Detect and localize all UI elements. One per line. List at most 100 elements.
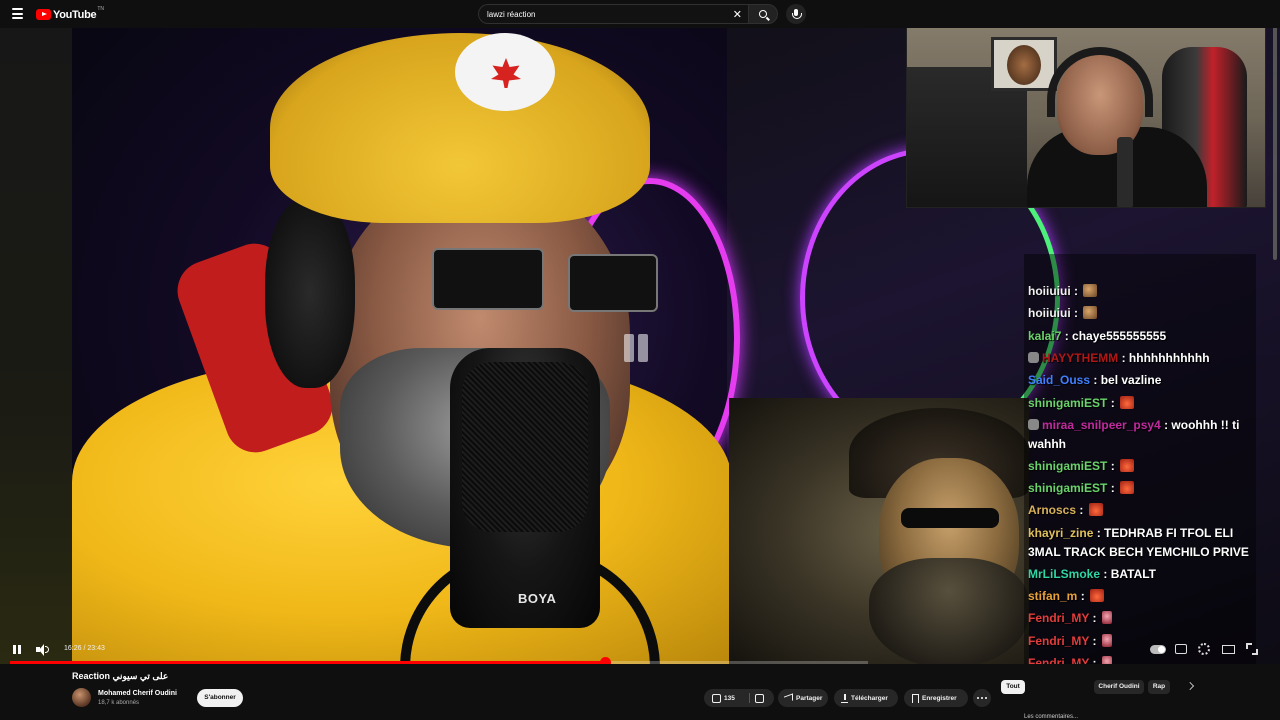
- theater-mode-icon[interactable]: [1222, 645, 1235, 654]
- chat-message: hoiiuiui :: [1028, 282, 1256, 301]
- hamburger-menu-icon[interactable]: [12, 8, 23, 19]
- fullscreen-icon[interactable]: [1246, 643, 1258, 655]
- live-chat-overlay: hoiiuiui : hoiiuiui : kalai7 : chaye5555…: [1024, 254, 1256, 664]
- share-label: Partager: [796, 694, 823, 702]
- chat-message: HAYYTHEMM : hhhhhhhhhhh: [1028, 349, 1256, 368]
- search-input[interactable]: [487, 9, 707, 19]
- chat-message: MrLiLSmoke : BATALT: [1028, 565, 1256, 584]
- save-button[interactable]: Enregistrer: [904, 689, 968, 707]
- chat-username[interactable]: hoiiuiui: [1028, 306, 1071, 320]
- chat-message: kalai7 : chaye555555555: [1028, 327, 1256, 346]
- rose-emote-icon: [1101, 655, 1112, 664]
- chat-separator: :: [1089, 611, 1100, 626]
- video-title: Reaction على تي سيوني: [72, 671, 169, 681]
- youtube-watch-page: YouTube TN ✕ BOYA: [0, 0, 1280, 720]
- page-scrollbar[interactable]: [1273, 10, 1277, 260]
- sunglasses-left-lens: [432, 248, 544, 310]
- logo-country-code: TN: [97, 6, 104, 12]
- chat-message: Fendri_MY :: [1028, 609, 1256, 628]
- chat-message: stifan_m :: [1028, 587, 1256, 606]
- chat-username[interactable]: shinigamiEST: [1028, 481, 1107, 495]
- chat-separator: :: [1070, 284, 1082, 298]
- fire-emote-icon: [1120, 395, 1135, 409]
- subscribe-button[interactable]: S'abonner: [197, 689, 243, 707]
- chat-badge-icon: [1028, 351, 1039, 363]
- save-playlist-icon: [912, 693, 919, 703]
- chat-username[interactable]: khayri_zine: [1028, 526, 1093, 540]
- chat-message: miraa_snilpeer_psy4 : woohhh !! ti wahhh: [1028, 416, 1256, 454]
- chat-username[interactable]: hoiiuiui: [1028, 284, 1071, 298]
- chat-username[interactable]: shinigamiEST: [1028, 459, 1107, 473]
- chat-username[interactable]: kalai7: [1028, 329, 1061, 343]
- progress-played: [10, 661, 605, 664]
- autoplay-toggle[interactable]: [1150, 645, 1166, 654]
- chat-message: hoiiuiui :: [1028, 304, 1256, 323]
- rose-emote-icon: [1101, 633, 1112, 647]
- chat-message: Arnoscs :: [1028, 501, 1256, 520]
- like-dislike-group: 135: [704, 689, 774, 707]
- fire-emote-icon: [1120, 458, 1135, 472]
- chat-username[interactable]: HAYYTHEMM: [1042, 351, 1118, 365]
- chat-username[interactable]: Arnoscs: [1028, 503, 1076, 517]
- download-label: Télécharger: [851, 694, 888, 702]
- chips-next-chevron-icon[interactable]: [1186, 682, 1194, 690]
- subtitles-icon[interactable]: [1175, 644, 1187, 654]
- chat-username[interactable]: stifan_m: [1028, 589, 1077, 603]
- settings-gear-icon[interactable]: [1198, 643, 1210, 655]
- chat-separator: :: [1090, 373, 1101, 388]
- chat-username[interactable]: MrLiLSmoke: [1028, 567, 1100, 581]
- volume-icon[interactable]: [36, 643, 50, 657]
- like-divider: [749, 693, 750, 703]
- share-icon: [784, 692, 793, 704]
- progress-bar[interactable]: [10, 657, 868, 664]
- chip-rap[interactable]: Rap: [1148, 680, 1170, 694]
- chat-separator: :: [1076, 503, 1087, 518]
- search-button[interactable]: [748, 4, 778, 24]
- subscriber-count: 18,7 k abonnés: [98, 700, 140, 706]
- scrubber-handle[interactable]: [599, 657, 611, 664]
- chat-separator: :: [1061, 328, 1073, 343]
- clear-search-icon[interactable]: ✕: [733, 8, 742, 21]
- chat-username[interactable]: shinigamiEST: [1028, 396, 1107, 410]
- voice-search-mic-icon[interactable]: [786, 4, 806, 24]
- download-button[interactable]: Télécharger: [834, 689, 898, 707]
- pause-button[interactable]: [12, 643, 22, 657]
- logo-text: YouTube: [53, 8, 97, 21]
- chat-text: chaye555555555: [1072, 328, 1167, 343]
- fire-emote-icon: [1088, 503, 1103, 517]
- video-player[interactable]: BOYA hoiiuiui : hoiiuiui : kalai7 : chay…: [0, 28, 1280, 664]
- mic-brand-label: BOYA: [518, 591, 557, 606]
- cover-beard: [869, 558, 1029, 664]
- chat-username[interactable]: Fendri_MY: [1028, 634, 1089, 648]
- youtube-logo[interactable]: YouTube TN: [36, 6, 104, 21]
- thumbs-down-icon[interactable]: [755, 694, 764, 703]
- channel-name[interactable]: Mohamed Cherif Oudini: [98, 690, 177, 697]
- chat-separator: :: [1070, 306, 1082, 321]
- masthead: YouTube TN ✕: [0, 0, 1280, 28]
- chat-username[interactable]: Said_Ouss: [1028, 373, 1090, 387]
- chat-username[interactable]: miraa_snilpeer_psy4: [1042, 418, 1161, 432]
- chip-all[interactable]: Tout: [1001, 680, 1025, 694]
- chat-text: bel vazline: [1100, 373, 1162, 388]
- like-count[interactable]: 135: [724, 695, 735, 702]
- share-button[interactable]: Partager: [778, 689, 828, 707]
- pepe-emote-icon: [1083, 306, 1098, 320]
- recommendation-hint: Les commentaires...: [1024, 714, 1079, 720]
- pause-overlay-icon[interactable]: [616, 328, 656, 368]
- chat-username[interactable]: Fendri_MY: [1028, 656, 1089, 664]
- facecam-overlay: [906, 28, 1266, 208]
- youtube-play-icon: [36, 9, 51, 20]
- more-actions-button[interactable]: [973, 689, 991, 707]
- thumbs-up-icon[interactable]: [712, 693, 721, 703]
- chip-channel[interactable]: Cherif Oudini: [1094, 680, 1144, 694]
- fire-emote-icon: [1120, 481, 1135, 495]
- chat-text: hhhhhhhhhhh: [1128, 350, 1210, 365]
- fire-emote-icon: [1090, 589, 1105, 602]
- channel-avatar[interactable]: [72, 688, 91, 707]
- chat-username[interactable]: Fendri_MY: [1028, 611, 1089, 625]
- chat-separator: :: [1089, 655, 1100, 664]
- chat-separator: :: [1089, 633, 1100, 648]
- time-display: 16:26 / 23:43: [64, 645, 105, 652]
- track-cover-inset: [729, 398, 1029, 664]
- chat-separator: :: [1160, 417, 1172, 432]
